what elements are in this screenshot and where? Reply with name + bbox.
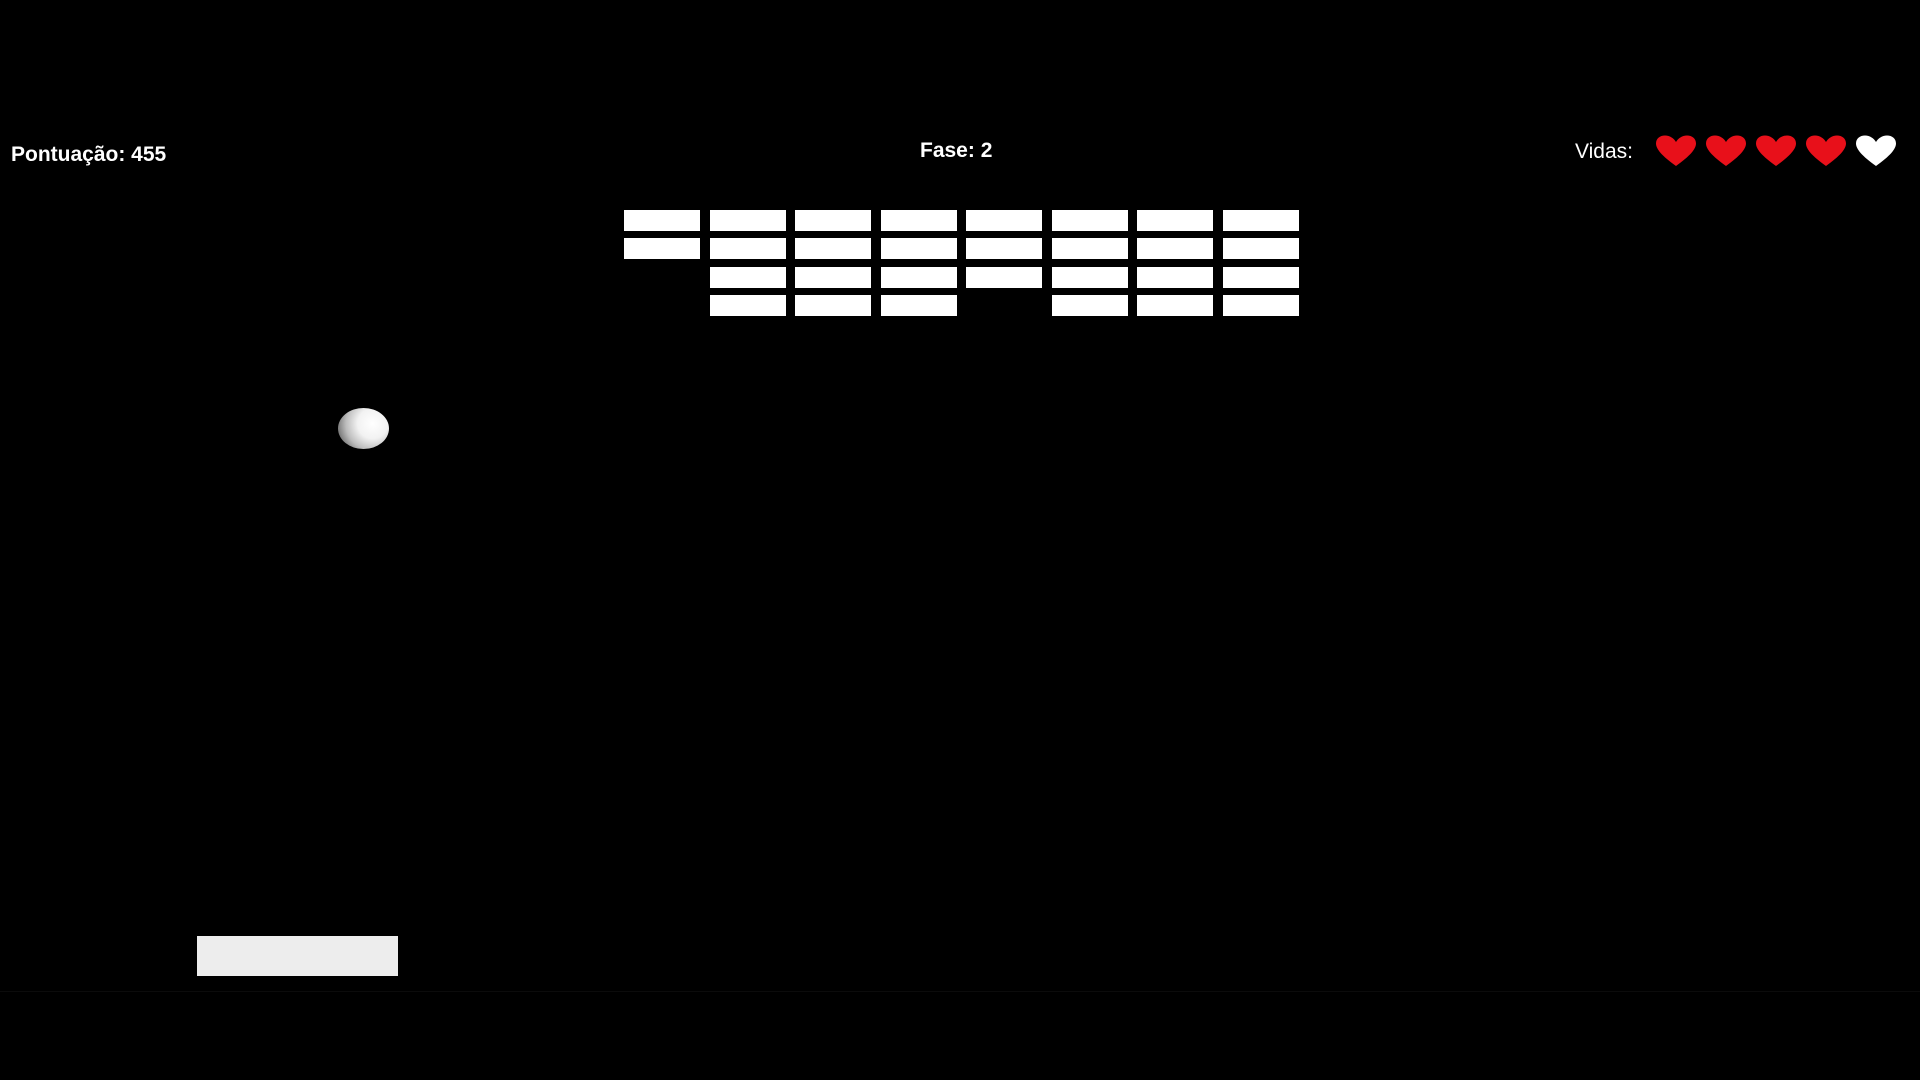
brick [1223, 210, 1299, 231]
brick [966, 238, 1042, 259]
brick [966, 267, 1042, 288]
brick [966, 210, 1042, 231]
brick-wall [624, 210, 1300, 316]
heart-icon [1655, 135, 1697, 167]
heart-icon-lost [1855, 135, 1897, 167]
brick [881, 238, 957, 259]
brick [881, 267, 957, 288]
brick [1052, 210, 1128, 231]
paddle[interactable] [197, 936, 398, 976]
brick [795, 210, 871, 231]
brick [1052, 295, 1128, 316]
brick [1137, 210, 1213, 231]
brick [1223, 295, 1299, 316]
brick [795, 267, 871, 288]
score-label: Pontuação: 455 [11, 143, 167, 166]
brick [1223, 267, 1299, 288]
brick [624, 238, 700, 259]
heart-icon [1805, 135, 1847, 167]
game-canvas[interactable]: Pontuação: 455 Fase: 2 Vidas: [0, 0, 1920, 1080]
level-label: Fase: 2 [920, 139, 993, 162]
brick [624, 210, 700, 231]
brick [710, 210, 786, 231]
heart-icon [1705, 135, 1747, 167]
brick [795, 295, 871, 316]
brick [881, 210, 957, 231]
brick [1052, 267, 1128, 288]
brick [1052, 238, 1128, 259]
brick [1223, 238, 1299, 259]
brick [710, 267, 786, 288]
brick [1137, 238, 1213, 259]
floor-line [0, 991, 1920, 992]
heart-icon [1755, 135, 1797, 167]
brick [1137, 295, 1213, 316]
ball [338, 408, 389, 449]
brick [795, 238, 871, 259]
brick [881, 295, 957, 316]
lives-label: Vidas: [1575, 139, 1633, 163]
lives-display: Vidas: [1575, 135, 1905, 167]
brick [710, 295, 786, 316]
brick [710, 238, 786, 259]
brick [1137, 267, 1213, 288]
